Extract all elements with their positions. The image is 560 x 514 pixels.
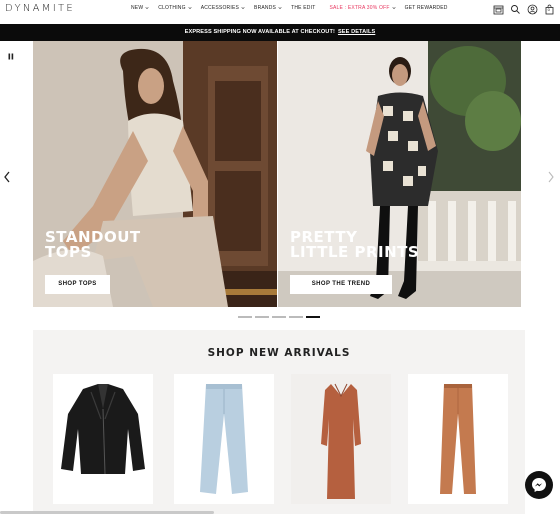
pause-icon[interactable] bbox=[8, 53, 14, 60]
carousel-dot-active[interactable] bbox=[306, 316, 320, 318]
promo-text: EXPRESS SHIPPING NOW AVAILABLE AT CHECKO… bbox=[184, 29, 335, 35]
search-icon[interactable] bbox=[510, 2, 521, 14]
account-icon[interactable] bbox=[527, 2, 538, 15]
messenger-chat-button[interactable] bbox=[525, 471, 553, 499]
shop-the-trend-button[interactable]: SHOP THE TREND bbox=[290, 275, 392, 294]
chevron-right-icon[interactable] bbox=[547, 171, 555, 183]
nav-item-sale[interactable]: SALE : EXTRA 30% OFF bbox=[329, 5, 396, 11]
chevron-down-icon bbox=[278, 7, 282, 10]
nav-item-label: CLOTHING bbox=[158, 5, 186, 11]
carousel-dot[interactable] bbox=[272, 316, 286, 318]
nav-item-new[interactable]: NEW bbox=[131, 5, 149, 11]
product-image-pants bbox=[408, 374, 508, 504]
chevron-down-icon bbox=[188, 7, 192, 10]
chevron-down-icon bbox=[392, 7, 396, 10]
carousel-dot[interactable] bbox=[238, 316, 252, 318]
carousel-dot[interactable] bbox=[255, 316, 269, 318]
product-card-pants[interactable] bbox=[408, 374, 508, 504]
bag-icon[interactable]: 0 bbox=[544, 2, 555, 15]
chevron-left-icon[interactable] bbox=[3, 171, 11, 183]
hero-title-tops: STANDOUT TOPS bbox=[45, 230, 141, 260]
carousel-indicators bbox=[238, 316, 320, 318]
hero-title-line: TOPS bbox=[45, 243, 92, 261]
logo[interactable]: DYNAMITE bbox=[5, 3, 75, 14]
nav-item-brands[interactable]: BRANDS bbox=[254, 5, 282, 11]
product-card-jacket[interactable] bbox=[53, 374, 153, 504]
hero-panel-tops[interactable]: STANDOUT TOPS SHOP TOPS bbox=[33, 41, 277, 307]
hero-panel-prints[interactable]: PRETTY LITTLE PRINTS SHOP THE TREND bbox=[278, 41, 521, 307]
site-header: DYNAMITE NEW CLOTHING ACCESSORIES BRANDS… bbox=[0, 0, 560, 24]
hero-title-line: LITTLE PRINTS bbox=[290, 243, 420, 261]
chevron-down-icon bbox=[241, 7, 245, 10]
nav-item-get-rewarded[interactable]: GET REWARDED bbox=[405, 5, 448, 11]
nav-item-clothing[interactable]: CLOTHING bbox=[158, 5, 192, 11]
nav-item-label: NEW bbox=[131, 5, 144, 11]
nav-item-label: SALE : EXTRA 30% OFF bbox=[329, 5, 390, 11]
product-card-dress[interactable] bbox=[291, 374, 391, 504]
product-image-dress bbox=[291, 374, 391, 504]
header-icons: 0 bbox=[493, 2, 555, 15]
hero-image-tops bbox=[33, 41, 277, 307]
promo-see-details-link[interactable]: SEE DETAILS bbox=[338, 29, 375, 35]
product-card-jeans[interactable] bbox=[174, 374, 274, 504]
shop-tops-button[interactable]: SHOP TOPS bbox=[45, 275, 110, 294]
messenger-icon bbox=[532, 478, 546, 492]
nav-item-label: THE EDIT bbox=[291, 5, 316, 11]
carousel-dot[interactable] bbox=[289, 316, 303, 318]
promo-banner: EXPRESS SHIPPING NOW AVAILABLE AT CHECKO… bbox=[0, 24, 560, 41]
bag-count: 0 bbox=[547, 6, 550, 12]
nav-item-label: ACCESSORIES bbox=[200, 5, 240, 11]
new-arrivals-section: SHOP NEW ARRIVALS bbox=[33, 330, 525, 514]
store-icon[interactable] bbox=[493, 2, 504, 15]
section-title: SHOP NEW ARRIVALS bbox=[207, 347, 351, 359]
hero-title-prints: PRETTY LITTLE PRINTS bbox=[290, 230, 419, 260]
nav-item-label: BRANDS bbox=[254, 5, 277, 11]
chevron-down-icon bbox=[145, 7, 149, 10]
main-nav: NEW CLOTHING ACCESSORIES BRANDS THE EDIT… bbox=[131, 5, 457, 11]
hero-image-prints bbox=[278, 41, 521, 307]
product-image-jeans bbox=[174, 374, 274, 504]
product-image-jacket bbox=[53, 374, 153, 504]
nav-item-the-edit[interactable]: THE EDIT bbox=[291, 5, 315, 11]
nav-item-accessories[interactable]: ACCESSORIES bbox=[201, 5, 245, 11]
nav-item-label: GET REWARDED bbox=[404, 5, 448, 11]
